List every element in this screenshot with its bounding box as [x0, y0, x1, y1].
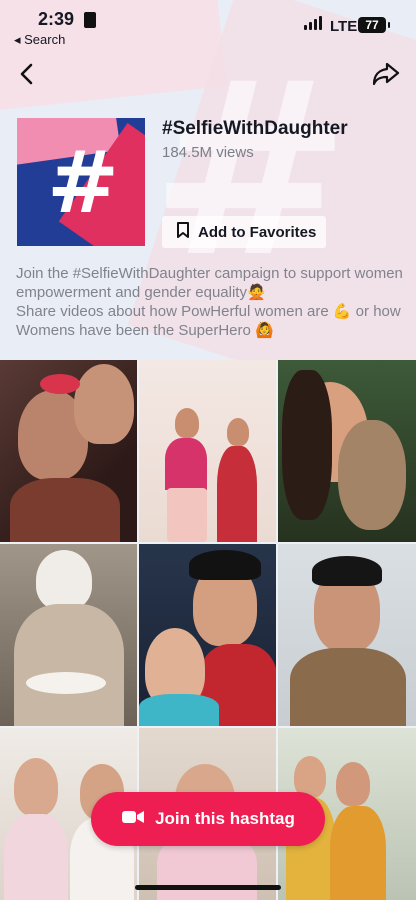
status-bar: 2:39 ◂ Search LTE 77	[0, 0, 416, 56]
add-to-favorites-label: Add to Favorites	[198, 223, 317, 241]
add-to-favorites-button[interactable]: Add to Favorites	[162, 216, 326, 248]
video-camera-icon	[121, 809, 145, 830]
video-thumbnail[interactable]	[139, 360, 276, 542]
video-thumbnail[interactable]	[139, 544, 276, 726]
share-arrow-icon[interactable]	[371, 60, 401, 88]
hashtag-cover-tile: #	[17, 118, 145, 246]
hashtag-title: #SelfieWithDaughter	[162, 118, 348, 139]
network-type: LTE	[330, 18, 358, 35]
description-line: Join the #SelfieWithDaughter campaign to…	[16, 265, 403, 301]
join-hashtag-label: Join this hashtag	[155, 809, 295, 828]
description-line: Share videos about how PowHerful women a…	[16, 303, 401, 339]
video-thumbnail[interactable]	[0, 544, 137, 726]
hashtag-symbol: #	[47, 133, 120, 233]
chevron-left-icon[interactable]	[14, 60, 42, 88]
battery-indicator: 77	[358, 17, 390, 33]
join-hashtag-button[interactable]: Join this hashtag	[91, 792, 325, 846]
video-thumbnail[interactable]	[0, 360, 137, 542]
bookmark-icon	[176, 222, 190, 242]
hashtag-view-count: 184.5M views	[162, 144, 254, 161]
video-thumbnail[interactable]	[278, 544, 416, 726]
back-to-search-link[interactable]: ◂ Search	[14, 32, 65, 48]
cellular-signal-icon	[304, 16, 322, 30]
home-indicator	[135, 885, 281, 890]
status-time: 2:39	[38, 9, 75, 29]
video-thumbnail[interactable]	[278, 360, 416, 542]
id-badge-icon	[84, 12, 96, 28]
hashtag-description: Join the #SelfieWithDaughter campaign to…	[16, 264, 406, 340]
